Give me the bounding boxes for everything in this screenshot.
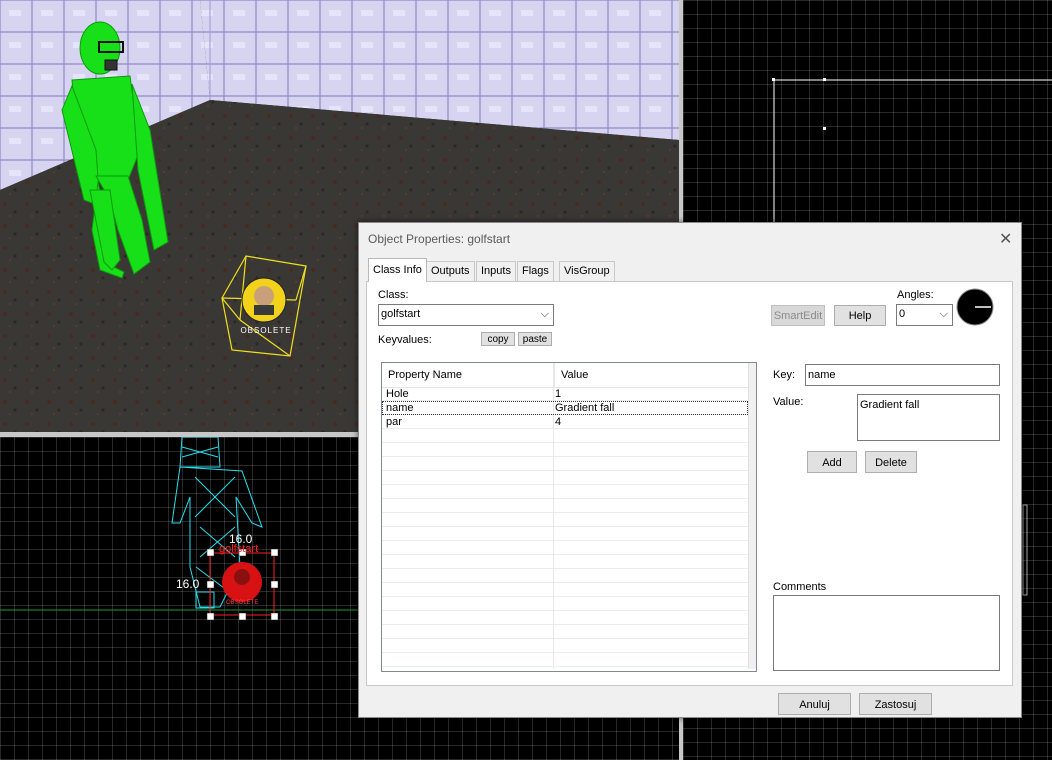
selection-height-label: 16.0	[176, 577, 200, 591]
class-dropdown[interactable]: golfstart ⌵	[378, 304, 554, 326]
copy-button[interactable]: copy	[481, 332, 515, 346]
value-field[interactable]: Gradient fall	[857, 394, 1000, 441]
angles-dropdown-value: 0	[899, 308, 906, 320]
help-button[interactable]: Help	[834, 305, 886, 326]
property-key: name	[386, 402, 414, 414]
key-field[interactable]: name	[805, 364, 1000, 386]
entity-name-label: golfstart	[219, 543, 259, 555]
list-item[interactable]: Hole 1	[382, 387, 748, 401]
tab-visgroup[interactable]: VisGroup	[559, 261, 615, 281]
smartedit-button[interactable]: SmartEdit	[771, 305, 825, 326]
key-field-value: name	[808, 369, 836, 381]
list-rows: Hole 1 name Gradient fall par 4	[382, 387, 748, 669]
tab-outputs[interactable]: Outputs	[426, 261, 475, 281]
entity-icon-label: OBSOLETE	[240, 326, 291, 335]
delete-button[interactable]: Delete	[865, 451, 917, 473]
object-properties-dialog: Object Properties: golfstart ✕ Class Inf…	[358, 222, 1022, 718]
column-property-name[interactable]: Property Name	[382, 363, 554, 387]
property-key: par	[386, 416, 402, 428]
chevron-down-icon: ⌵	[939, 308, 948, 320]
value-field-value: Gradient fall	[860, 399, 920, 411]
list-scrollbar[interactable]	[748, 363, 756, 669]
tab-flags[interactable]: Flags	[517, 261, 554, 281]
list-header: Property Name Value	[382, 363, 748, 388]
close-icon[interactable]: ✕	[999, 229, 1012, 249]
apply-button[interactable]: Zastosuj	[859, 693, 932, 715]
selected-icon-text: OBSOLETE	[226, 600, 259, 606]
list-item[interactable]: name Gradient fall	[382, 401, 748, 415]
list-item[interactable]: par 4	[382, 415, 748, 429]
value-label: Value:	[773, 396, 804, 408]
tab-class-info[interactable]: Class Info	[368, 258, 427, 282]
paste-button[interactable]: paste	[518, 332, 552, 346]
comments-label: Comments	[773, 581, 827, 593]
add-button[interactable]: Add	[807, 451, 857, 473]
property-key: Hole	[386, 388, 409, 400]
class-info-panel: Class: golfstart ⌵ Keyvalues: copy paste…	[366, 281, 1013, 686]
chevron-down-icon: ⌵	[540, 308, 549, 320]
angles-dropdown[interactable]: 0 ⌵	[896, 304, 953, 326]
column-value[interactable]: Value	[554, 363, 748, 387]
cancel-button[interactable]: Anuluj	[778, 693, 851, 715]
comments-field[interactable]	[773, 595, 1000, 671]
property-value: Gradient fall	[555, 402, 615, 414]
keyvalues-label: Keyvalues:	[378, 334, 432, 346]
class-dropdown-value: golfstart	[381, 308, 421, 320]
angles-label: Angles:	[897, 289, 934, 301]
property-value: 4	[555, 416, 562, 428]
class-label: Class:	[378, 289, 409, 301]
key-label: Key:	[773, 369, 796, 381]
property-value: 1	[555, 388, 562, 400]
dialog-title: Object Properties: golfstart	[368, 232, 511, 246]
keyvalues-list[interactable]: Property Name Value Hole 1 name Gradient…	[381, 362, 757, 672]
tab-inputs[interactable]: Inputs	[476, 261, 516, 281]
angle-dial-icon[interactable]	[956, 288, 994, 326]
